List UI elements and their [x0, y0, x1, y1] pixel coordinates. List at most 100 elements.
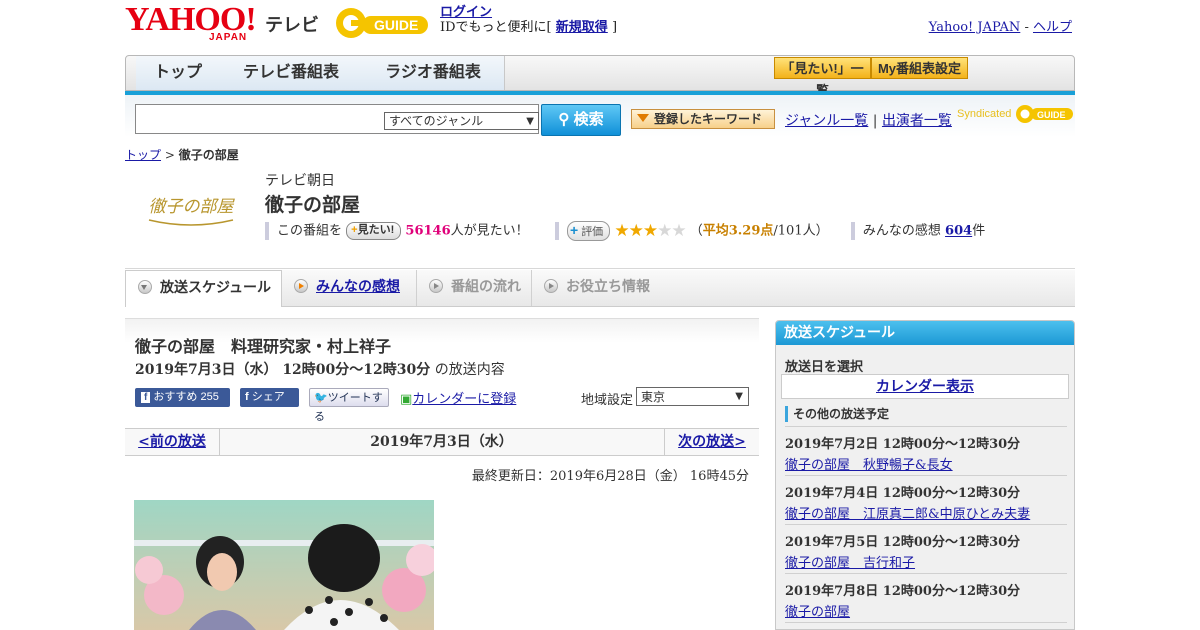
region-label: 地域設定: [581, 393, 634, 408]
subtab-schedule[interactable]: 放送スケジュール: [125, 270, 282, 307]
japan-wordmark: JAPAN: [209, 32, 248, 43]
program-logo: 徹子の部屋: [135, 178, 247, 248]
fb-recommend-label: おすすめ 255: [153, 391, 219, 403]
performer-list-link[interactable]: 出演者一覧: [882, 113, 952, 129]
calendar-plus-icon: ▣: [400, 392, 413, 407]
signup-link[interactable]: 新規取得: [556, 20, 608, 35]
calendar-register-label: カレンダーに登録: [412, 392, 517, 407]
select-date-label: 放送日を選択: [785, 360, 864, 375]
genre-links: ジャンル一覧 | 出演者一覧: [785, 110, 952, 130]
subtab-impressions[interactable]: みんなの感想: [282, 270, 417, 306]
yahoo-tv-logo[interactable]: YAHOO! JAPAN テレビ: [125, 1, 319, 44]
genre-list-link[interactable]: ジャンル一覧: [785, 113, 868, 129]
program-title: 徹子の部屋: [265, 194, 361, 216]
yahoo-japan-link[interactable]: Yahoo! JAPAN: [929, 20, 1021, 35]
main-nav: トップ テレビ番組表 ラジオ番組表 「見たい!」一覧 My番組表設定: [125, 55, 1075, 98]
last-updated: 最終更新日：2019年6月28日（金） 16時45分: [471, 469, 749, 484]
genre-selected: すべてのジャンル: [389, 114, 484, 128]
episode-title: 徹子の部屋 料理研究家・村上祥子: [135, 337, 392, 356]
facebook-share-button[interactable]: f シェア: [240, 388, 299, 407]
sidebar-title: 放送スケジュール: [776, 321, 1074, 345]
search-row: すべてのジャンル ▼ ⚲ 検索 登録したキーワード ジャンル一覧 | 出演者一覧…: [125, 95, 1075, 137]
syndicated-label: Syndicated: [957, 107, 1012, 120]
calendar-register-link[interactable]: ▣カレンダーに登録: [400, 388, 516, 407]
rating-count: /101人）: [773, 223, 829, 239]
schedule-date: 2019年7月4日 12時00分～12時30分: [785, 486, 1021, 501]
rating-stars: ★★★★★: [614, 221, 686, 241]
subtab-info: お役立ち情報: [532, 270, 667, 306]
tweet-button[interactable]: 🐦ツイートする: [309, 388, 389, 423]
episode-date-line: 2019年7月3日（水） 12時00分～12時30分 の放送内容: [135, 359, 505, 379]
stats-divider: [265, 222, 269, 240]
impressions-count[interactable]: 604: [945, 224, 972, 239]
search-icon: ⚲: [558, 111, 570, 128]
schedule-sidebar: 放送スケジュール 放送日を選択 カレンダー表示 その他の放送予定 2019年7月…: [775, 320, 1075, 630]
eval-button[interactable]: + 評価: [566, 221, 611, 241]
schedule-date: 2019年7月2日 12時00分～12時30分: [785, 437, 1021, 452]
search-button[interactable]: ⚲ 検索: [541, 104, 621, 136]
stats-divider: [554, 222, 559, 240]
genre-select[interactable]: すべてのジャンル ▼: [384, 112, 539, 130]
mitai-button[interactable]: +見たい!: [346, 222, 402, 240]
syndicated-badge: Syndicated GUIDE: [957, 103, 1075, 125]
mitai-list-button[interactable]: 「見たい!」一覧: [774, 57, 871, 98]
subtab-label: みんなの感想: [316, 278, 400, 294]
nav-tab-radio[interactable]: ラジオ番組表: [362, 56, 505, 90]
star-filled-icon: ★: [614, 221, 629, 241]
keyword-button[interactable]: 登録したキーワード: [631, 109, 775, 129]
help-link[interactable]: ヘルプ: [1033, 20, 1072, 35]
arrow-circle-icon: [544, 279, 558, 293]
schedule-title-link[interactable]: 徹子の部屋: [785, 601, 1067, 620]
schedule-item: 2019年7月5日 12時00分～12時30分 徹子の部屋 吉行和子: [785, 524, 1067, 571]
prev-episode-link[interactable]: <前の放送: [125, 429, 220, 455]
episode-photo: [134, 500, 434, 630]
mitai-prefix: この番組を: [277, 223, 343, 239]
arrow-circle-icon: [138, 280, 152, 294]
fb-share-label: シェア: [251, 391, 285, 403]
subtab-label: 番組の流れ: [451, 278, 521, 294]
login-box: ログイン IDでもっと便利に[ 新規取得 ]: [440, 5, 617, 35]
schedule-item: 2019年7月8日 12時00分～12時30分 徹子の部屋: [785, 573, 1067, 620]
calendar-button[interactable]: カレンダー表示: [781, 374, 1069, 399]
schedule-title-link[interactable]: 徹子の部屋 江原真二郎&中原ひとみ夫妻: [785, 503, 1067, 522]
star-filled-icon: ★: [628, 221, 644, 241]
g-guide-small-logo: GUIDE: [1015, 105, 1073, 123]
facebook-icon: f: [141, 392, 151, 403]
region-selected: 東京: [641, 390, 666, 404]
schedule-item: 2019年7月2日 12時00分～12時30分 徹子の部屋 秋野暢子&長女: [785, 426, 1067, 473]
episode-date-suffix: の放送内容: [434, 362, 505, 378]
impressions-label: みんなの感想: [862, 223, 941, 239]
program-logo-text: 徹子の部屋: [149, 197, 236, 217]
schedule-title-link[interactable]: 徹子の部屋 吉行和子: [785, 552, 1067, 571]
program-subtabs: 放送スケジュール みんなの感想 番組の流れ お役立ち情報: [125, 270, 1075, 307]
eval-button-label: 評価: [581, 226, 604, 238]
svg-text:GUIDE: GUIDE: [374, 17, 418, 33]
channel-name: テレビ朝日: [265, 173, 335, 189]
nav-tab-tv[interactable]: テレビ番組表: [220, 56, 363, 90]
episode-nav: <前の放送 2019年7月3日（水） 次の放送>: [125, 428, 759, 456]
my-settings-button[interactable]: My番組表設定: [871, 57, 968, 79]
nav-tab-top[interactable]: トップ: [136, 56, 221, 90]
region-select[interactable]: 東京 ▼: [636, 387, 749, 406]
facebook-recommend-button[interactable]: f おすすめ 255: [135, 388, 230, 407]
login-link[interactable]: ログイン: [440, 5, 492, 20]
episode-date: 2019年7月3日（水） 12時00分～12時30分: [135, 362, 431, 378]
breadcrumb-top[interactable]: トップ: [125, 148, 161, 162]
keyword-button-label: 登録したキーワード: [654, 112, 763, 126]
plus-icon: +: [569, 222, 579, 238]
yahoo-wordmark: YAHOO!: [125, 1, 257, 38]
other-schedule-title: その他の放送予定: [785, 406, 889, 422]
g-guide-logo[interactable]: GUIDE: [334, 6, 430, 40]
schedule-title-link[interactable]: 徹子の部屋 秋野暢子&長女: [785, 454, 1067, 473]
next-episode-link[interactable]: 次の放送>: [664, 429, 759, 455]
twitter-bird-icon: 🐦: [314, 392, 328, 404]
dropdown-arrow-icon: ▼: [735, 391, 743, 402]
genre-links-divider: |: [872, 113, 878, 129]
star-empty-icon: ★: [657, 221, 672, 241]
mitai-count: 56146: [405, 223, 451, 239]
search-button-label: 検索: [573, 111, 604, 128]
triangle-down-icon: [637, 114, 649, 122]
subtab-label: お役立ち情報: [566, 278, 650, 294]
tv-wordmark: テレビ: [265, 15, 319, 35]
rating-average: 平均3.29点: [702, 223, 774, 239]
